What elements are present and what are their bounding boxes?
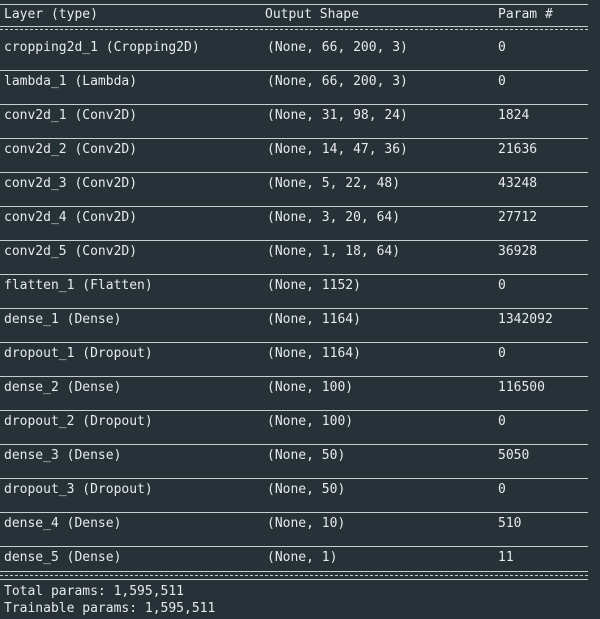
row-divider bbox=[0, 274, 588, 275]
output-shape: (None, 100) bbox=[267, 414, 354, 429]
output-shape: (None, 3, 20, 64) bbox=[267, 210, 401, 225]
output-shape: (None, 1164) bbox=[267, 346, 361, 361]
footer-double-rule-3 bbox=[0, 579, 588, 580]
output-shape: (None, 1) bbox=[267, 550, 338, 565]
output-shape: (None, 5, 22, 48) bbox=[267, 176, 401, 191]
table-row: dropout_1 (Dropout) (None, 1164) 0 bbox=[0, 345, 600, 362]
table-row: conv2d_3 (Conv2D) (None, 5, 22, 48) 4324… bbox=[0, 175, 600, 192]
param-count: 0 bbox=[498, 40, 506, 55]
layer-name: dense_2 (Dense) bbox=[4, 380, 122, 395]
header-output-shape: Output Shape bbox=[265, 7, 359, 22]
layer-name: dropout_3 (Dropout) bbox=[4, 482, 153, 497]
layer-name: conv2d_2 (Conv2D) bbox=[4, 142, 138, 157]
output-shape: (None, 66, 200, 3) bbox=[267, 40, 408, 55]
footer-double-rule-2 bbox=[0, 575, 588, 576]
layer-name: conv2d_4 (Conv2D) bbox=[4, 210, 138, 225]
row-divider bbox=[0, 172, 588, 173]
row-divider bbox=[0, 138, 588, 139]
layer-name: flatten_1 (Flatten) bbox=[4, 278, 153, 293]
param-count: 21636 bbox=[498, 142, 538, 157]
layer-name: conv2d_3 (Conv2D) bbox=[4, 176, 138, 191]
output-shape: (None, 14, 47, 36) bbox=[267, 142, 408, 157]
param-count: 11 bbox=[498, 550, 514, 565]
output-shape: (None, 10) bbox=[267, 516, 346, 531]
table-row: conv2d_5 (Conv2D) (None, 1, 18, 64) 3692… bbox=[0, 243, 600, 260]
param-count: 0 bbox=[498, 482, 506, 497]
output-shape: (None, 1152) bbox=[267, 278, 361, 293]
layer-name: dense_1 (Dense) bbox=[4, 312, 122, 327]
row-divider bbox=[0, 104, 588, 105]
output-shape: (None, 1164) bbox=[267, 312, 361, 327]
row-divider bbox=[0, 546, 588, 547]
table-row: dense_4 (Dense) (None, 10) 510 bbox=[0, 515, 600, 532]
layer-name: dense_5 (Dense) bbox=[4, 550, 122, 565]
layer-name: cropping2d_1 (Cropping2D) bbox=[4, 40, 200, 55]
param-count: 5050 bbox=[498, 448, 530, 463]
layer-name: lambda_1 (Lambda) bbox=[4, 74, 138, 89]
table-row: conv2d_4 (Conv2D) (None, 3, 20, 64) 2771… bbox=[0, 209, 600, 226]
layer-name: dense_4 (Dense) bbox=[4, 516, 122, 531]
table-row: dense_1 (Dense) (None, 1164) 1342092 bbox=[0, 311, 600, 328]
table-row: conv2d_2 (Conv2D) (None, 14, 47, 36) 216… bbox=[0, 141, 600, 158]
model-summary-output: Layer (type) Output Shape Param # croppi… bbox=[0, 0, 600, 619]
layer-name: conv2d_5 (Conv2D) bbox=[4, 244, 138, 259]
table-row: cropping2d_1 (Cropping2D) (None, 66, 200… bbox=[0, 39, 600, 56]
param-count: 0 bbox=[498, 346, 506, 361]
row-divider bbox=[0, 376, 588, 377]
table-row: flatten_1 (Flatten) (None, 1152) 0 bbox=[0, 277, 600, 294]
row-divider bbox=[0, 478, 588, 479]
row-divider bbox=[0, 308, 588, 309]
output-shape: (None, 100) bbox=[267, 380, 354, 395]
total-params: Total params: 1,595,511 bbox=[4, 584, 185, 599]
layer-name: dropout_2 (Dropout) bbox=[4, 414, 153, 429]
header-double-rule-2 bbox=[0, 29, 588, 30]
row-divider bbox=[0, 444, 588, 445]
layer-name: dropout_1 (Dropout) bbox=[4, 346, 153, 361]
param-count: 0 bbox=[498, 278, 506, 293]
output-shape: (None, 50) bbox=[267, 448, 346, 463]
table-row: conv2d_1 (Conv2D) (None, 31, 98, 24) 182… bbox=[0, 107, 600, 124]
output-shape: (None, 66, 200, 3) bbox=[267, 74, 408, 89]
param-count: 0 bbox=[498, 414, 506, 429]
row-divider bbox=[0, 342, 588, 343]
row-divider bbox=[0, 240, 588, 241]
layer-name: dense_3 (Dense) bbox=[4, 448, 122, 463]
table-row: dense_5 (Dense) (None, 1) 11 bbox=[0, 549, 600, 566]
param-count: 510 bbox=[498, 516, 522, 531]
header-layer: Layer (type) bbox=[4, 7, 98, 22]
table-row: lambda_1 (Lambda) (None, 66, 200, 3) 0 bbox=[0, 73, 600, 90]
table-row: dropout_2 (Dropout) (None, 100) 0 bbox=[0, 413, 600, 430]
trainable-params: Trainable params: 1,595,511 bbox=[4, 601, 216, 616]
param-count: 116500 bbox=[498, 380, 545, 395]
table-row: dropout_3 (Dropout) (None, 50) 0 bbox=[0, 481, 600, 498]
param-count: 0 bbox=[498, 74, 506, 89]
output-shape: (None, 31, 98, 24) bbox=[267, 108, 408, 123]
param-count: 43248 bbox=[498, 176, 538, 191]
top-rule bbox=[0, 4, 588, 5]
table-row: dense_2 (Dense) (None, 100) 116500 bbox=[0, 379, 600, 396]
table-row: dense_3 (Dense) (None, 50) 5050 bbox=[0, 447, 600, 464]
param-count: 1824 bbox=[498, 108, 530, 123]
row-divider bbox=[0, 512, 588, 513]
output-shape: (None, 50) bbox=[267, 482, 346, 497]
summary-header: Layer (type) Output Shape Param # bbox=[0, 6, 600, 23]
param-count: 36928 bbox=[498, 244, 538, 259]
layer-name: conv2d_1 (Conv2D) bbox=[4, 108, 138, 123]
row-divider bbox=[0, 206, 588, 207]
header-double-rule bbox=[0, 26, 588, 27]
footer-double-rule bbox=[0, 571, 588, 572]
header-param: Param # bbox=[498, 7, 553, 22]
row-divider bbox=[0, 70, 588, 71]
param-count: 1342092 bbox=[498, 312, 553, 327]
output-shape: (None, 1, 18, 64) bbox=[267, 244, 401, 259]
row-divider bbox=[0, 410, 588, 411]
param-count: 27712 bbox=[498, 210, 538, 225]
